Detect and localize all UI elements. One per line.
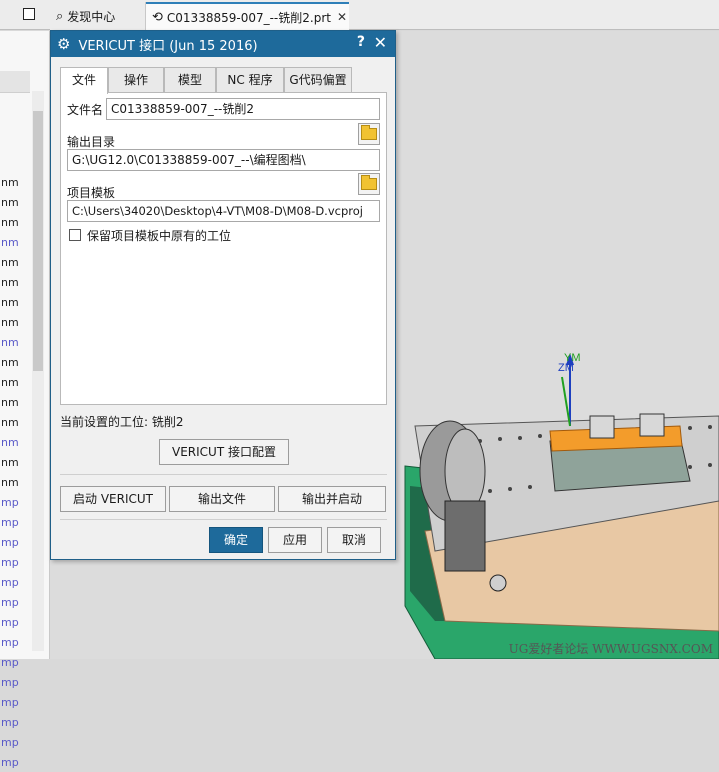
current-setup-text: 当前设置的工位: 铣削2	[60, 415, 184, 429]
navigator-row[interactable]: nm	[0, 293, 30, 312]
cancel-button[interactable]: 取消	[327, 527, 381, 553]
bolt-head	[489, 574, 507, 592]
navigator-row[interactable]: mp	[0, 633, 30, 652]
gear-icon: ⚙	[57, 35, 71, 53]
navigator-row[interactable]: nm	[0, 393, 30, 412]
divider	[60, 519, 387, 520]
file-tab-panel: 文件名 C01338859-007_--铣削2 输出目录 G:\UG12.0\C…	[60, 92, 387, 405]
keep-setup-label: 保留项目模板中原有的工位	[87, 229, 232, 243]
clamp-left	[589, 415, 615, 439]
navigator-row[interactable]: mp	[0, 493, 30, 512]
browse-output-dir-button[interactable]	[358, 123, 380, 145]
navigator-row[interactable]: mp	[0, 573, 30, 592]
navigator-row[interactable]: nm	[0, 233, 30, 252]
dialog-titlebar[interactable]: ⚙ VERICUT 接口 (Jun 15 2016) ? ✕	[51, 31, 395, 57]
apply-button[interactable]: 应用	[268, 527, 322, 553]
template-field[interactable]: C:\Users\34020\Desktop\4-VT\M08-D\M08-D.…	[67, 200, 380, 222]
navigator-row[interactable]: nm	[0, 313, 30, 332]
export-and-start-button[interactable]: 输出并启动	[278, 486, 386, 512]
navigator-row[interactable]: nm	[0, 413, 30, 432]
tab-file[interactable]: 文件	[60, 67, 108, 94]
navigator-row[interactable]: nm	[0, 173, 30, 192]
navigator-row[interactable]: mp	[0, 713, 30, 732]
folder-open-icon	[361, 125, 377, 140]
navigator-row[interactable]: nm	[0, 453, 30, 472]
navigator-row[interactable]: nm	[0, 253, 30, 272]
navigator-row[interactable]: nm	[0, 273, 30, 292]
start-vericut-button[interactable]: 启动 VERICUT	[60, 486, 166, 512]
tab-nc-program[interactable]: NC 程序	[216, 67, 284, 93]
output-dir-field[interactable]: G:\UG12.0\C01338859-007_--\编程图档\	[67, 149, 380, 171]
file-name-field[interactable]: C01338859-007_--铣削2	[106, 98, 380, 120]
dialog-title: VERICUT 接口 (Jun 15 2016)	[78, 38, 258, 54]
chuck-face	[444, 428, 486, 514]
navigator-row[interactable]: mp	[0, 693, 30, 712]
navigator-row[interactable]: mp	[0, 553, 30, 572]
y-axis	[561, 376, 571, 427]
chuck-support	[444, 500, 486, 572]
navigator-row[interactable]: nm	[0, 353, 30, 372]
tab-label: 发现中心	[67, 9, 116, 24]
scrollbar-thumb[interactable]	[33, 111, 43, 371]
divider	[60, 474, 387, 475]
navigator-row[interactable]: mp	[0, 533, 30, 552]
window-restore-icon[interactable]	[23, 8, 35, 20]
file-name-label: 文件名	[67, 103, 104, 117]
keep-setup-checkbox[interactable]	[69, 229, 81, 241]
help-icon[interactable]: ?	[357, 34, 365, 50]
tab-operation[interactable]: 操作	[108, 67, 164, 93]
clamp-right	[639, 413, 665, 437]
tab-label: C01338859-007_--铣削2.prt	[166, 10, 331, 25]
template-label: 项目模板	[67, 186, 116, 200]
axis-label-z: ZM	[558, 362, 574, 374]
vericut-interface-dialog: ⚙ VERICUT 接口 (Jun 15 2016) ? ✕ 文件 操作 模型 …	[50, 30, 396, 560]
navigator-scrollbar[interactable]	[32, 91, 44, 651]
navigator-header	[0, 71, 30, 93]
vericut-config-button[interactable]: VERICUT 接口配置	[159, 439, 289, 465]
navigator-row[interactable]: nm	[0, 193, 30, 212]
tab-part-file[interactable]: ⟲ C01338859-007_--铣削2.prt ✕	[146, 2, 349, 30]
tab-model[interactable]: 模型	[164, 67, 216, 93]
tab-gcode-offset[interactable]: G代码偏置	[284, 67, 352, 93]
document-tab-bar: ⌕ 发现中心 ⟲ C01338859-007_--铣削2.prt ✕	[0, 0, 719, 30]
navigator-row[interactable]: mp	[0, 753, 30, 772]
sync-icon: ⟲	[152, 9, 163, 25]
browse-template-button[interactable]	[358, 173, 380, 195]
navigator-row[interactable]: mp	[0, 653, 30, 672]
navigator-row[interactable]: nm	[0, 433, 30, 452]
folder-open-icon	[361, 175, 377, 190]
navigator-row[interactable]: nm	[0, 373, 30, 392]
close-tab-icon[interactable]: ✕	[337, 10, 347, 24]
navigator-row[interactable]: nm	[0, 473, 30, 492]
output-dir-label: 输出目录	[67, 135, 116, 149]
navigator-row[interactable]: mp	[0, 513, 30, 532]
binoculars-icon: ⌕	[56, 8, 64, 24]
tab-discovery-center[interactable]: ⌕ 发现中心	[50, 2, 146, 30]
close-icon[interactable]: ✕	[374, 33, 387, 52]
navigator-row[interactable]: nm	[0, 213, 30, 232]
navigator-row[interactable]: mp	[0, 673, 30, 692]
export-file-button[interactable]: 输出文件	[169, 486, 275, 512]
part-navigator: nm nm nm nm nm nm nm nm nm nm nm nm nm nm nm nm mp mp mp mp…	[0, 31, 50, 769]
navigator-row[interactable]: mp	[0, 593, 30, 612]
navigator-row[interactable]: mp	[0, 733, 30, 752]
ok-button[interactable]: 确定	[209, 527, 263, 553]
navigator-row[interactable]: nm	[0, 333, 30, 352]
navigator-row[interactable]: mp	[0, 613, 30, 632]
watermark-text: UG爱好者论坛 WWW.UGSNX.COM	[508, 642, 713, 656]
